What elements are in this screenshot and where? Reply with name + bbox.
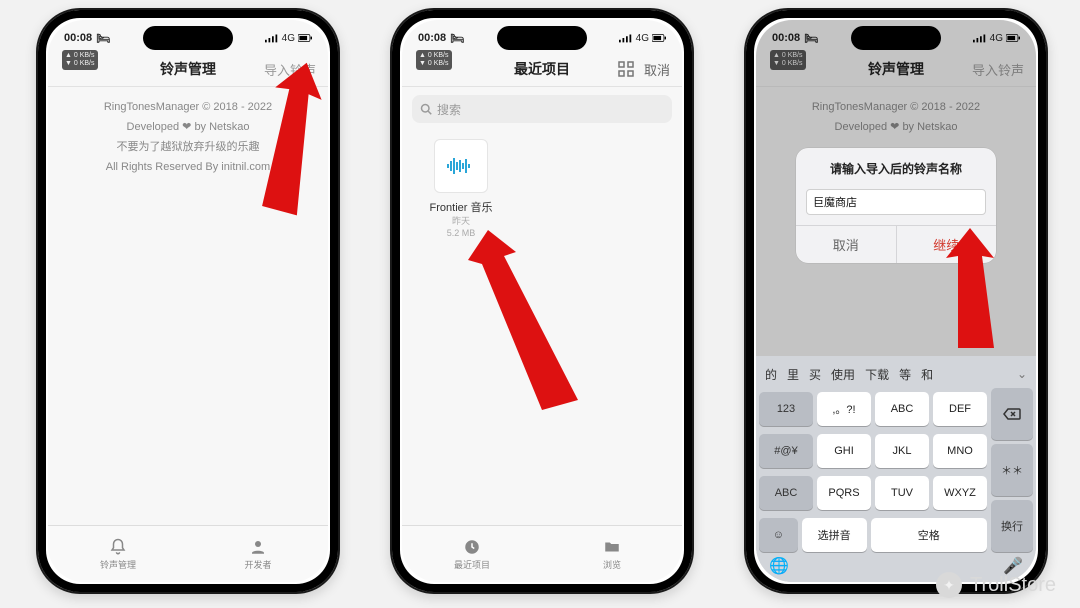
key-space[interactable]: 空格 xyxy=(871,518,987,552)
import-button[interactable]: 导入铃声 xyxy=(264,60,316,79)
key-wxyz[interactable]: WXYZ xyxy=(933,476,987,510)
network-label: 4G xyxy=(636,33,649,44)
file-name: Frontier 音乐 xyxy=(426,199,496,215)
key-punct[interactable]: ,。?! xyxy=(817,392,871,426)
audio-file-icon xyxy=(434,139,488,193)
tab-label: 浏览 xyxy=(603,558,621,571)
alert-cancel-button[interactable]: 取消 xyxy=(796,226,897,263)
keyboard: 的 里 买 使用 下载 等 和 ⌄ 123 ,。?! ABC D xyxy=(756,356,1036,582)
return-key[interactable]: 换行 xyxy=(991,500,1033,552)
wechat-icon: ✦ xyxy=(936,572,962,598)
watermark-text: TrollStore xyxy=(970,574,1056,597)
search-input[interactable]: 搜索 xyxy=(412,95,672,123)
key-jkl[interactable]: JKL xyxy=(875,434,929,468)
candidate[interactable]: 和 xyxy=(921,366,933,383)
alert-input[interactable]: 巨魔商店 xyxy=(806,189,986,215)
key-tuv[interactable]: TUV xyxy=(875,476,929,510)
bed-icon: 🛏 xyxy=(96,32,110,45)
tabbar: 铃声管理 开发者 xyxy=(48,525,328,582)
navbar: 铃声管理 导入铃声 xyxy=(48,52,328,87)
key-def[interactable]: DEF xyxy=(933,392,987,426)
tab-recents[interactable]: 最近项目 xyxy=(402,526,542,582)
tab-label: 开发者 xyxy=(244,558,271,571)
bed-icon: 🛏 xyxy=(450,32,464,45)
about-line: Developed ❤ by Netskao xyxy=(62,117,314,137)
file-size: 5.2 MB xyxy=(426,227,496,239)
network-label: 4G xyxy=(282,33,295,44)
key-mno[interactable]: MNO xyxy=(933,434,987,468)
candidate[interactable]: 买 xyxy=(809,366,821,383)
signal-icon xyxy=(265,33,279,43)
file-item[interactable]: Frontier 音乐 昨天 5.2 MB xyxy=(426,139,496,239)
battery-icon xyxy=(298,33,312,43)
search-icon xyxy=(420,103,432,115)
rename-alert: 请输入导入后的铃声名称 巨魔商店 取消 继续 xyxy=(796,148,996,263)
key-abc-mode[interactable]: ABC xyxy=(759,476,813,510)
candidate[interactable]: 使用 xyxy=(831,366,855,383)
clock-icon xyxy=(463,538,481,556)
candidate-bar[interactable]: 的 里 买 使用 下载 等 和 ⌄ xyxy=(759,360,1033,388)
file-date: 昨天 xyxy=(426,215,496,227)
backspace-key[interactable] xyxy=(991,388,1033,440)
alert-title: 请输入导入后的铃声名称 xyxy=(796,148,996,181)
candidate[interactable]: 里 xyxy=(787,366,799,383)
emoji-key[interactable]: ☺ xyxy=(759,518,798,552)
folder-icon xyxy=(603,538,621,556)
about-text: RingTonesManager © 2018 - 2022 Developed… xyxy=(48,87,328,187)
candidate[interactable]: 的 xyxy=(765,366,777,383)
cancel-button[interactable]: 取消 xyxy=(644,60,670,79)
key-123[interactable]: 123 xyxy=(759,392,813,426)
tab-label: 铃声管理 xyxy=(100,558,136,571)
grid-view-icon[interactable] xyxy=(618,61,634,77)
dynamic-island xyxy=(143,26,233,50)
key-symbols[interactable]: #@¥ xyxy=(759,434,813,468)
candidate[interactable]: 下载 xyxy=(865,366,889,383)
confirm-key[interactable]: ＊＊ xyxy=(991,444,1033,496)
signal-icon xyxy=(619,33,633,43)
tab-ringtones[interactable]: 铃声管理 xyxy=(48,526,188,582)
key-abc[interactable]: ABC xyxy=(875,392,929,426)
watermark: ✦ TrollStore xyxy=(936,572,1056,598)
status-time: 00:08 xyxy=(418,32,446,44)
candidate[interactable]: 等 xyxy=(899,366,911,383)
tab-browse[interactable]: 浏览 xyxy=(542,526,682,582)
about-line: All Rights Reserved By initnil.com xyxy=(62,157,314,177)
tab-developer[interactable]: 开发者 xyxy=(188,526,328,582)
page-title: 最近项目 xyxy=(514,59,570,79)
page-title: 铃声管理 xyxy=(160,59,216,79)
dynamic-island xyxy=(497,26,587,50)
globe-icon[interactable]: 🌐 xyxy=(769,556,789,576)
about-line: 不要为了越狱放弃升级的乐趣 xyxy=(62,137,314,157)
about-line: RingTonesManager © 2018 - 2022 xyxy=(62,97,314,117)
bell-icon xyxy=(109,538,127,556)
key-pinyin[interactable]: 选拼音 xyxy=(802,518,867,552)
tabbar: 最近项目 浏览 xyxy=(402,525,682,582)
key-pqrs[interactable]: PQRS xyxy=(817,476,871,510)
status-time: 00:08 xyxy=(64,32,92,44)
navbar: 最近项目 取消 xyxy=(402,52,682,87)
dynamic-island xyxy=(851,26,941,50)
person-icon xyxy=(249,538,267,556)
tab-label: 最近项目 xyxy=(454,558,490,571)
search-placeholder: 搜索 xyxy=(437,101,461,118)
key-ghi[interactable]: GHI xyxy=(817,434,871,468)
alert-continue-button[interactable]: 继续 xyxy=(897,226,997,263)
chevron-down-icon[interactable]: ⌄ xyxy=(1017,367,1027,381)
alert-input-value: 巨魔商店 xyxy=(813,194,857,210)
battery-icon xyxy=(652,33,666,43)
